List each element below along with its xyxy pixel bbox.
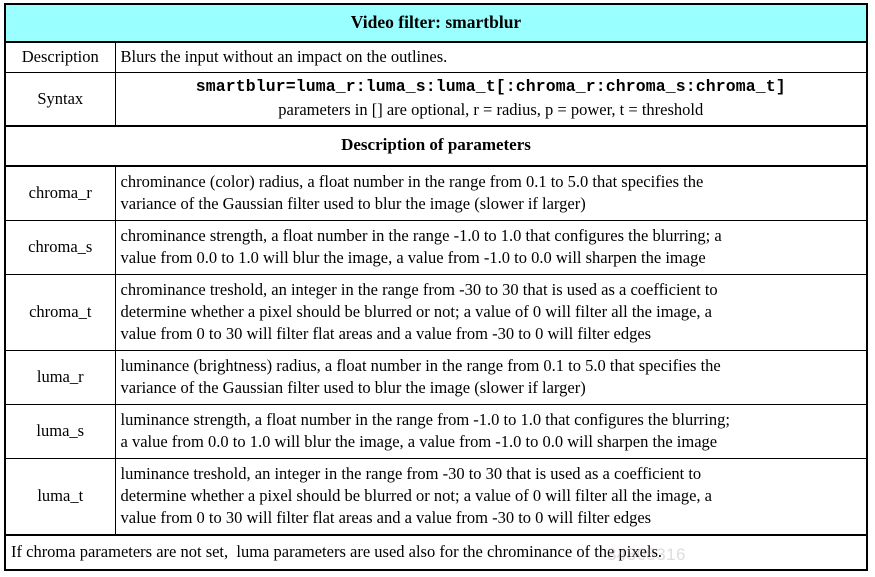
- param-desc-luma-t: luminance treshold, an integer in the ra…: [114, 457, 868, 536]
- section-header-row: Description of parameters: [4, 124, 868, 167]
- param-desc-line: variance of the Gaussian filter used to …: [120, 193, 586, 213]
- row-label-syntax: Syntax: [4, 72, 116, 127]
- param-desc-line: luminance strength, a float number in th…: [120, 409, 730, 429]
- param-name-chroma-r: chroma_r: [4, 165, 116, 221]
- table-row: luma_r luminance (brightness) radius, a …: [4, 349, 868, 405]
- param-desc-line: chrominance strength, a float number in …: [120, 225, 722, 245]
- page-title: Video filter: smartblur: [4, 3, 868, 44]
- param-name-luma-t: luma_t: [4, 457, 116, 536]
- row-value-syntax: smartblur=luma_r:luma_s:luma_t[:chroma_r…: [114, 72, 868, 127]
- section-header-parameters: Description of parameters: [4, 124, 868, 167]
- table-row: luma_s luminance strength, a float numbe…: [4, 403, 868, 459]
- param-desc-luma-r: luminance (brightness) radius, a float n…: [114, 349, 868, 405]
- table-title-row: Video filter: smartblur: [4, 3, 868, 44]
- param-desc-line: luminance (brightness) radius, a float n…: [120, 355, 721, 375]
- param-desc-line: value from 0 to 30 will filter flat area…: [120, 507, 652, 527]
- param-desc-luma-s: luminance strength, a float number in th…: [114, 403, 868, 459]
- table-footer-row: If chroma parameters are not set, luma p…: [4, 533, 868, 571]
- filter-spec-table: Video filter: smartblur Description Blur…: [4, 3, 868, 571]
- param-desc-line: value from 0 to 30 will filter flat area…: [120, 323, 652, 343]
- param-desc-line: determine whether a pixel should be blur…: [120, 485, 713, 505]
- table-row-description: Description Blurs the input without an i…: [4, 41, 868, 74]
- filter-spec-sheet: Video filter: smartblur Description Blur…: [4, 3, 868, 571]
- param-name-chroma-t: chroma_t: [4, 273, 116, 351]
- param-desc-line: chrominance treshold, an integer in the …: [120, 279, 718, 299]
- param-desc-line: determine whether a pixel should be blur…: [120, 301, 713, 321]
- table-row: chroma_s chrominance strength, a float n…: [4, 219, 868, 275]
- param-desc-chroma-t: chrominance treshold, an integer in the …: [114, 273, 868, 351]
- row-label-description: Description: [4, 41, 116, 74]
- table-row: chroma_r chrominance (color) radius, a f…: [4, 165, 868, 221]
- param-desc-line: variance of the Gaussian filter used to …: [120, 377, 586, 397]
- param-name-chroma-s: chroma_s: [4, 219, 116, 275]
- param-desc-line: luminance treshold, an integer in the ra…: [120, 463, 702, 483]
- param-desc-chroma-s: chrominance strength, a float number in …: [114, 219, 868, 275]
- param-name-luma-r: luma_r: [4, 349, 116, 405]
- table-row-syntax: Syntax smartblur=luma_r:luma_s:luma_t[:c…: [4, 72, 868, 127]
- param-name-luma-s: luma_s: [4, 403, 116, 459]
- syntax-code: smartblur=luma_r:luma_s:luma_t[:chroma_r…: [195, 77, 786, 97]
- param-desc-chroma-r: chrominance (color) radius, a float numb…: [114, 165, 868, 221]
- param-desc-line: value from 0.0 to 1.0 will blur the imag…: [120, 247, 706, 267]
- footer-note: If chroma parameters are not set, luma p…: [4, 533, 868, 571]
- param-desc-line: chrominance (color) radius, a float numb…: [120, 171, 704, 191]
- syntax-note: parameters in [] are optional, r = radiu…: [278, 99, 704, 119]
- table-row: chroma_t chrominance treshold, an intege…: [4, 273, 868, 351]
- param-desc-line: a value from 0.0 to 1.0 will blur the im…: [120, 431, 718, 451]
- row-value-description: Blurs the input without an impact on the…: [114, 41, 868, 74]
- table-row: luma_t luminance treshold, an integer in…: [4, 457, 868, 536]
